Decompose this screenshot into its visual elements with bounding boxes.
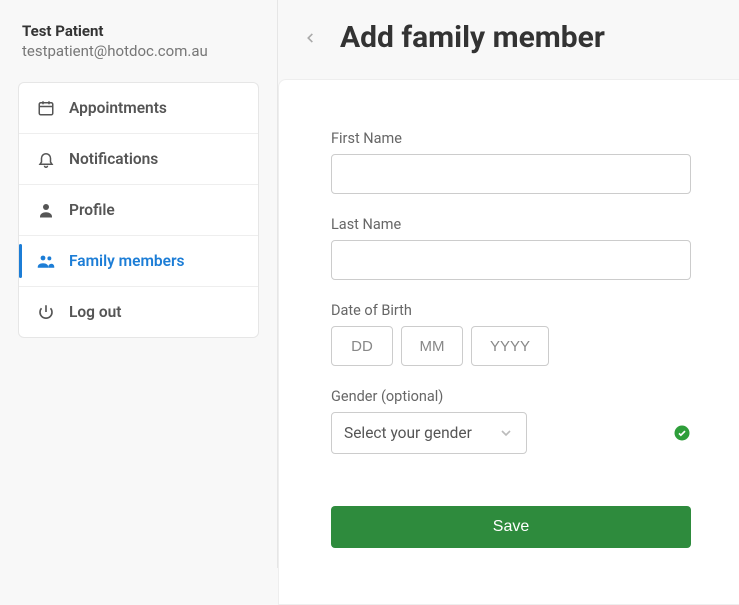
sidebar-item-label: Log out <box>69 303 121 321</box>
sidebar-item-label: Appointments <box>69 99 167 117</box>
chevron-down-icon <box>498 425 514 441</box>
chevron-left-icon <box>303 27 317 49</box>
user-name: Test Patient <box>22 22 259 40</box>
user-icon <box>37 201 55 219</box>
dob-row <box>331 326 691 366</box>
sidebar-item-label: Family members <box>69 252 185 270</box>
first-name-group: First Name <box>331 130 691 194</box>
back-button[interactable] <box>296 24 324 52</box>
sidebar-item-profile[interactable]: Profile <box>19 185 258 236</box>
gender-select[interactable]: Select your gender <box>331 412 527 454</box>
dob-month-input[interactable] <box>401 326 463 366</box>
sidebar-nav: Appointments Notifications Profile <box>18 82 259 338</box>
users-icon <box>37 252 55 270</box>
last-name-label: Last Name <box>331 216 691 233</box>
sidebar-item-label: Notifications <box>69 150 158 168</box>
sidebar-item-logout[interactable]: Log out <box>19 287 258 337</box>
sidebar-item-notifications[interactable]: Notifications <box>19 134 258 185</box>
header: Add family member <box>278 0 739 79</box>
page-title: Add family member <box>340 20 605 55</box>
save-button[interactable]: Save <box>331 506 691 548</box>
last-name-group: Last Name <box>331 216 691 280</box>
sidebar-item-appointments[interactable]: Appointments <box>19 83 258 134</box>
gender-group: Gender (optional) Select your gender <box>331 388 691 454</box>
sidebar-item-family-members[interactable]: Family members <box>19 236 258 287</box>
bell-icon <box>37 150 55 168</box>
last-name-input[interactable] <box>331 240 691 280</box>
power-icon <box>37 303 55 321</box>
user-block: Test Patient testpatient@hotdoc.com.au <box>18 22 259 60</box>
first-name-input[interactable] <box>331 154 691 194</box>
dob-day-input[interactable] <box>331 326 393 366</box>
first-name-label: First Name <box>331 130 691 147</box>
check-circle-icon <box>673 424 691 442</box>
sidebar: Test Patient testpatient@hotdoc.com.au A… <box>0 0 278 568</box>
dob-label: Date of Birth <box>331 302 691 319</box>
dob-group: Date of Birth <box>331 302 691 366</box>
form-card: First Name Last Name Date of Birth Gende… <box>278 79 739 605</box>
calendar-icon <box>37 99 55 117</box>
gender-select-value: Select your gender <box>344 424 472 442</box>
main: Add family member First Name Last Name D… <box>278 0 739 568</box>
sidebar-item-label: Profile <box>69 201 115 219</box>
gender-row: Select your gender <box>331 412 691 454</box>
gender-label: Gender (optional) <box>331 388 691 405</box>
dob-year-input[interactable] <box>471 326 549 366</box>
user-email: testpatient@hotdoc.com.au <box>22 42 259 60</box>
